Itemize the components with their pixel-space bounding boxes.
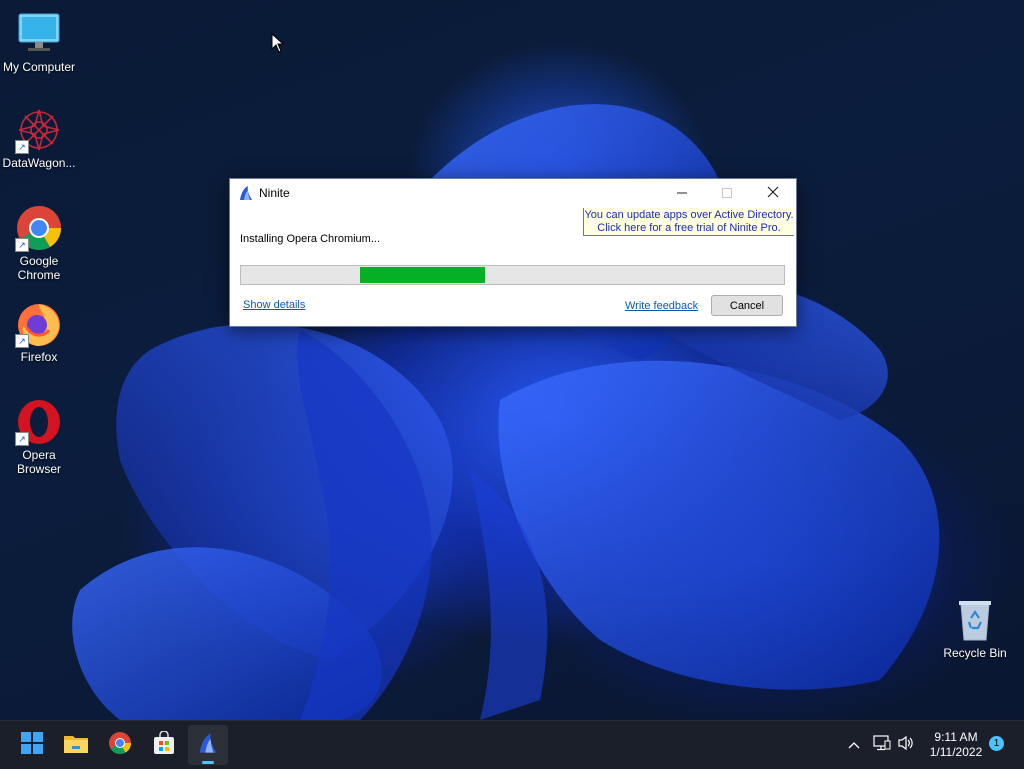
network-button[interactable] xyxy=(872,734,892,756)
clock-time: 9:11 AM xyxy=(934,730,978,744)
firefox-icon: ↗ xyxy=(15,300,63,348)
chrome-icon xyxy=(108,731,132,760)
datawagon-icon: ↗ xyxy=(15,106,63,154)
desktop-icon-label: Recycle Bin xyxy=(943,646,1007,660)
taskbar-ninite[interactable] xyxy=(188,725,228,765)
minimize-button[interactable] xyxy=(659,179,705,207)
show-details-link[interactable]: Show details xyxy=(243,299,305,311)
dialog-titlebar[interactable]: Ninite xyxy=(230,179,796,207)
dialog-title: Ninite xyxy=(259,186,290,200)
clock-date: 1/11/2022 xyxy=(929,745,983,759)
recycle-bin-icon xyxy=(951,596,999,644)
notification-badge[interactable]: 1 xyxy=(989,736,1004,751)
volume-button[interactable] xyxy=(896,735,916,755)
desktop-icon-label: Google Chrome xyxy=(17,254,61,282)
ninite-pro-promo-link[interactable]: You can update apps over Active Director… xyxy=(583,208,794,236)
computer-icon xyxy=(15,10,63,58)
start-icon xyxy=(21,731,43,759)
desktop-icon-label: DataWagon... xyxy=(2,156,76,170)
volume-icon xyxy=(897,735,915,756)
desktop-icon-recycle-bin[interactable]: Recycle Bin xyxy=(936,596,1014,660)
ninite-dialog: Ninite You can update apps over Active D… xyxy=(229,178,797,327)
shortcut-arrow-icon: ↗ xyxy=(15,432,29,446)
network-icon xyxy=(873,734,891,756)
opera-icon: ↗ xyxy=(15,398,63,446)
maximize-button xyxy=(704,179,750,207)
progress-bar xyxy=(240,265,785,285)
progress-bar-fill xyxy=(360,267,485,283)
install-status: Installing Opera Chromium... xyxy=(240,233,380,245)
start-button[interactable] xyxy=(12,725,52,765)
shortcut-arrow-icon: ↗ xyxy=(15,140,29,154)
taskbar-store[interactable] xyxy=(144,725,184,765)
desktop-icon-label: My Computer xyxy=(2,60,76,74)
taskbar-clock[interactable]: 9:11 AM 1/11/2022 xyxy=(924,730,988,760)
mouse-cursor-icon xyxy=(271,33,285,53)
desktop-icon-opera-browser[interactable]: ↗ Opera Browser xyxy=(0,398,78,476)
chevron-up-icon xyxy=(848,736,860,754)
promo-line-1: You can update apps over Active Director… xyxy=(584,209,794,221)
taskbar: 9:11 AM 1/11/2022 xyxy=(0,720,1024,769)
ninite-icon xyxy=(197,732,219,759)
promo-line-2: Click here for a free trial of Ninite Pr… xyxy=(597,222,781,234)
desktop-icon-label: Opera Browser xyxy=(16,448,61,476)
write-feedback-link[interactable]: Write feedback xyxy=(625,300,698,312)
shortcut-arrow-icon: ↗ xyxy=(15,334,29,348)
desktop-icon-my-computer[interactable]: My Computer xyxy=(0,10,78,74)
desktop-icon-firefox[interactable]: ↗ Firefox xyxy=(0,300,78,364)
desktop-icon-datawagon[interactable]: ↗ DataWagon... xyxy=(0,106,78,170)
close-icon xyxy=(767,185,779,201)
desktop-icon-google-chrome[interactable]: ↗ Google Chrome xyxy=(0,204,78,282)
taskbar-chrome[interactable] xyxy=(100,725,140,765)
ninite-icon xyxy=(238,185,254,201)
show-hidden-icons-button[interactable] xyxy=(844,735,864,755)
taskbar-file-explorer[interactable] xyxy=(56,725,96,765)
desktop-icon-label: Firefox xyxy=(20,350,58,364)
store-icon xyxy=(152,729,176,760)
maximize-icon xyxy=(722,185,732,201)
wallpaper xyxy=(72,104,940,720)
shortcut-arrow-icon: ↗ xyxy=(15,238,29,252)
minimize-icon xyxy=(677,185,687,201)
file-explorer-icon xyxy=(63,732,89,759)
close-button[interactable] xyxy=(750,179,796,207)
chrome-icon: ↗ xyxy=(15,204,63,252)
cancel-button[interactable]: Cancel xyxy=(711,295,783,316)
